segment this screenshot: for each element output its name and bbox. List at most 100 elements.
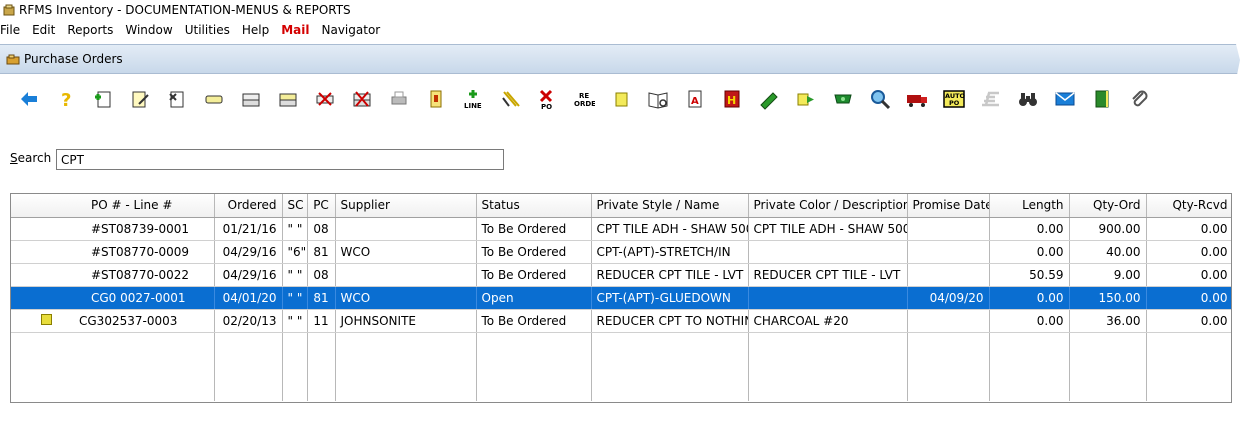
tag-icon [205,95,222,104]
tags-icon [242,93,259,107]
menu-navigator[interactable]: Navigator [322,23,387,37]
menu-file[interactable]: File [0,23,26,37]
cell-ordered: 01/21/16 [214,217,283,241]
mail-button[interactable] [1046,84,1083,114]
table-row[interactable]: CG0 0027-0001 04/01/20 " " 81 WCO Open CPT-(AP… [11,286,1231,310]
menu-edit[interactable]: Edit [32,23,61,37]
report-button[interactable]: A [676,84,713,114]
column-header-qty-ord[interactable]: Qty-Ord [1069,194,1147,218]
menu-utilities[interactable]: Utilities [185,23,236,37]
ledger-icon [1095,90,1108,108]
auto-po-button[interactable]: AUTO PO [935,84,972,114]
print-icon [391,91,406,105]
cash-button[interactable] [824,84,861,114]
empty-row [11,355,1231,378]
tag-button[interactable] [195,84,232,114]
empty-cell [748,355,908,378]
cell-qty-ord: 36.00 [1069,309,1147,333]
reorder-top-text: RE [579,92,589,100]
empty-cell [476,355,592,378]
delete-document-icon [168,91,183,108]
empty-cell [307,378,336,401]
empty-cell [907,378,990,401]
cell-pc: 08 [307,217,336,241]
cell-pc: 11 [307,309,336,333]
menu-reports[interactable]: Reports [67,23,119,37]
edit-po-button[interactable] [121,84,158,114]
receive-button[interactable] [417,84,454,114]
pencil-button[interactable] [750,84,787,114]
svg-text:H: H [727,94,736,107]
back-button[interactable] [10,84,47,114]
reorder-button[interactable]: REORDER [565,84,602,114]
column-header-qty-rcvd[interactable]: Qty-Rcvd [1146,194,1231,218]
ledger-button[interactable] [1083,84,1120,114]
tags-alt-button[interactable] [269,84,306,114]
cell-supplier: WCO [335,286,477,310]
empty-cell [989,378,1070,401]
cell-private-style: CPT-(APT)-GLUEDOWN [591,286,749,310]
note-icon[interactable] [41,313,52,325]
menu-help[interactable]: Help [242,23,275,37]
cell-promise-date [907,240,990,264]
note-button[interactable] [602,84,639,114]
cell-promise-date [907,263,990,287]
column-header-private-color[interactable]: Private Color / Description [748,194,908,218]
forward-button[interactable] [787,84,824,114]
table-row[interactable]: #ST08770-0009 04/29/16 "6" 81 WCO To Be Order… [11,240,1231,264]
cell-supplier [335,217,477,241]
cell-po-line: CG302537-0003 [11,309,215,333]
menu-window[interactable]: Window [125,23,178,37]
delete-tags-button[interactable] [343,84,380,114]
cell-qty-rcvd: 0.00 [1146,217,1231,241]
cell-qty-rcvd: 0.00 [1146,309,1231,333]
tags-button[interactable] [232,84,269,114]
cell-status: To Be Ordered [476,217,592,241]
column-header-private-style[interactable]: Private Style / Name [591,194,749,218]
column-header-sc[interactable]: SC [282,194,308,218]
column-header-length[interactable]: Length [989,194,1070,218]
column-header-promise-date[interactable]: Promise Date [907,194,990,218]
delete-tag-button[interactable] [306,84,343,114]
zoom-button[interactable] [861,84,898,114]
add-line-icon: LINE [464,90,481,110]
cell-private-style: REDUCER CPT TO NOTHING [591,309,749,333]
cell-status: To Be Ordered [476,240,592,264]
new-po-button[interactable] [84,84,121,114]
cell-po-line: #ST08770-0009 [11,240,215,264]
window-title-bar: RFMS Inventory - DOCUMENTATION-MENUS & R… [0,0,1245,20]
add-line-button[interactable]: LINE [454,84,491,114]
cell-private-color: CHARCOAL #20 [748,309,908,333]
split-button[interactable] [491,84,528,114]
column-header-ordered[interactable]: Ordered [214,194,283,218]
receive-icon [430,90,441,108]
cell-po-line: #ST08770-0022 [11,263,215,287]
e-button[interactable] [972,84,1009,114]
search-input[interactable] [56,149,504,170]
binoculars-button[interactable] [1009,84,1046,114]
cell-promise-date: 04/09/20 [907,286,990,310]
delete-po-document-button[interactable] [158,84,195,114]
history-button[interactable]: H [713,84,750,114]
column-header-po-line[interactable]: PO # - Line # [11,194,215,218]
column-header-status[interactable]: Status [476,194,592,218]
print-button[interactable] [380,84,417,114]
table-row[interactable]: #ST08770-0022 04/29/16 " " 08 To Be Ordered R… [11,263,1231,287]
reorder-icon: REORDER [574,92,595,108]
truck-button[interactable] [898,84,935,114]
cell-pc: 81 [307,240,336,264]
help-button[interactable]: ? [47,84,84,114]
column-header-pc[interactable]: PC [307,194,336,218]
delete-po-button[interactable]: PO [528,84,565,114]
table-body: #ST08739-0001 01/21/16 " " 08 To Be Ordered C… [11,217,1231,401]
column-header-supplier[interactable]: Supplier [335,194,477,218]
cell-pc: 81 [307,286,336,310]
menu-mail[interactable]: Mail [281,23,315,37]
note-icon [615,92,627,107]
toolbar: ? LINE PO REORDER [10,83,1157,115]
book-button[interactable] [639,84,676,114]
attachment-button[interactable] [1120,84,1157,114]
table-row[interactable]: #ST08739-0001 01/21/16 " " 08 To Be Ordered C… [11,217,1231,241]
cell-length: 0.00 [989,309,1070,333]
table-row[interactable]: CG302537-0003 02/20/13 " " 11 JOHNSONITE To B… [11,309,1231,333]
